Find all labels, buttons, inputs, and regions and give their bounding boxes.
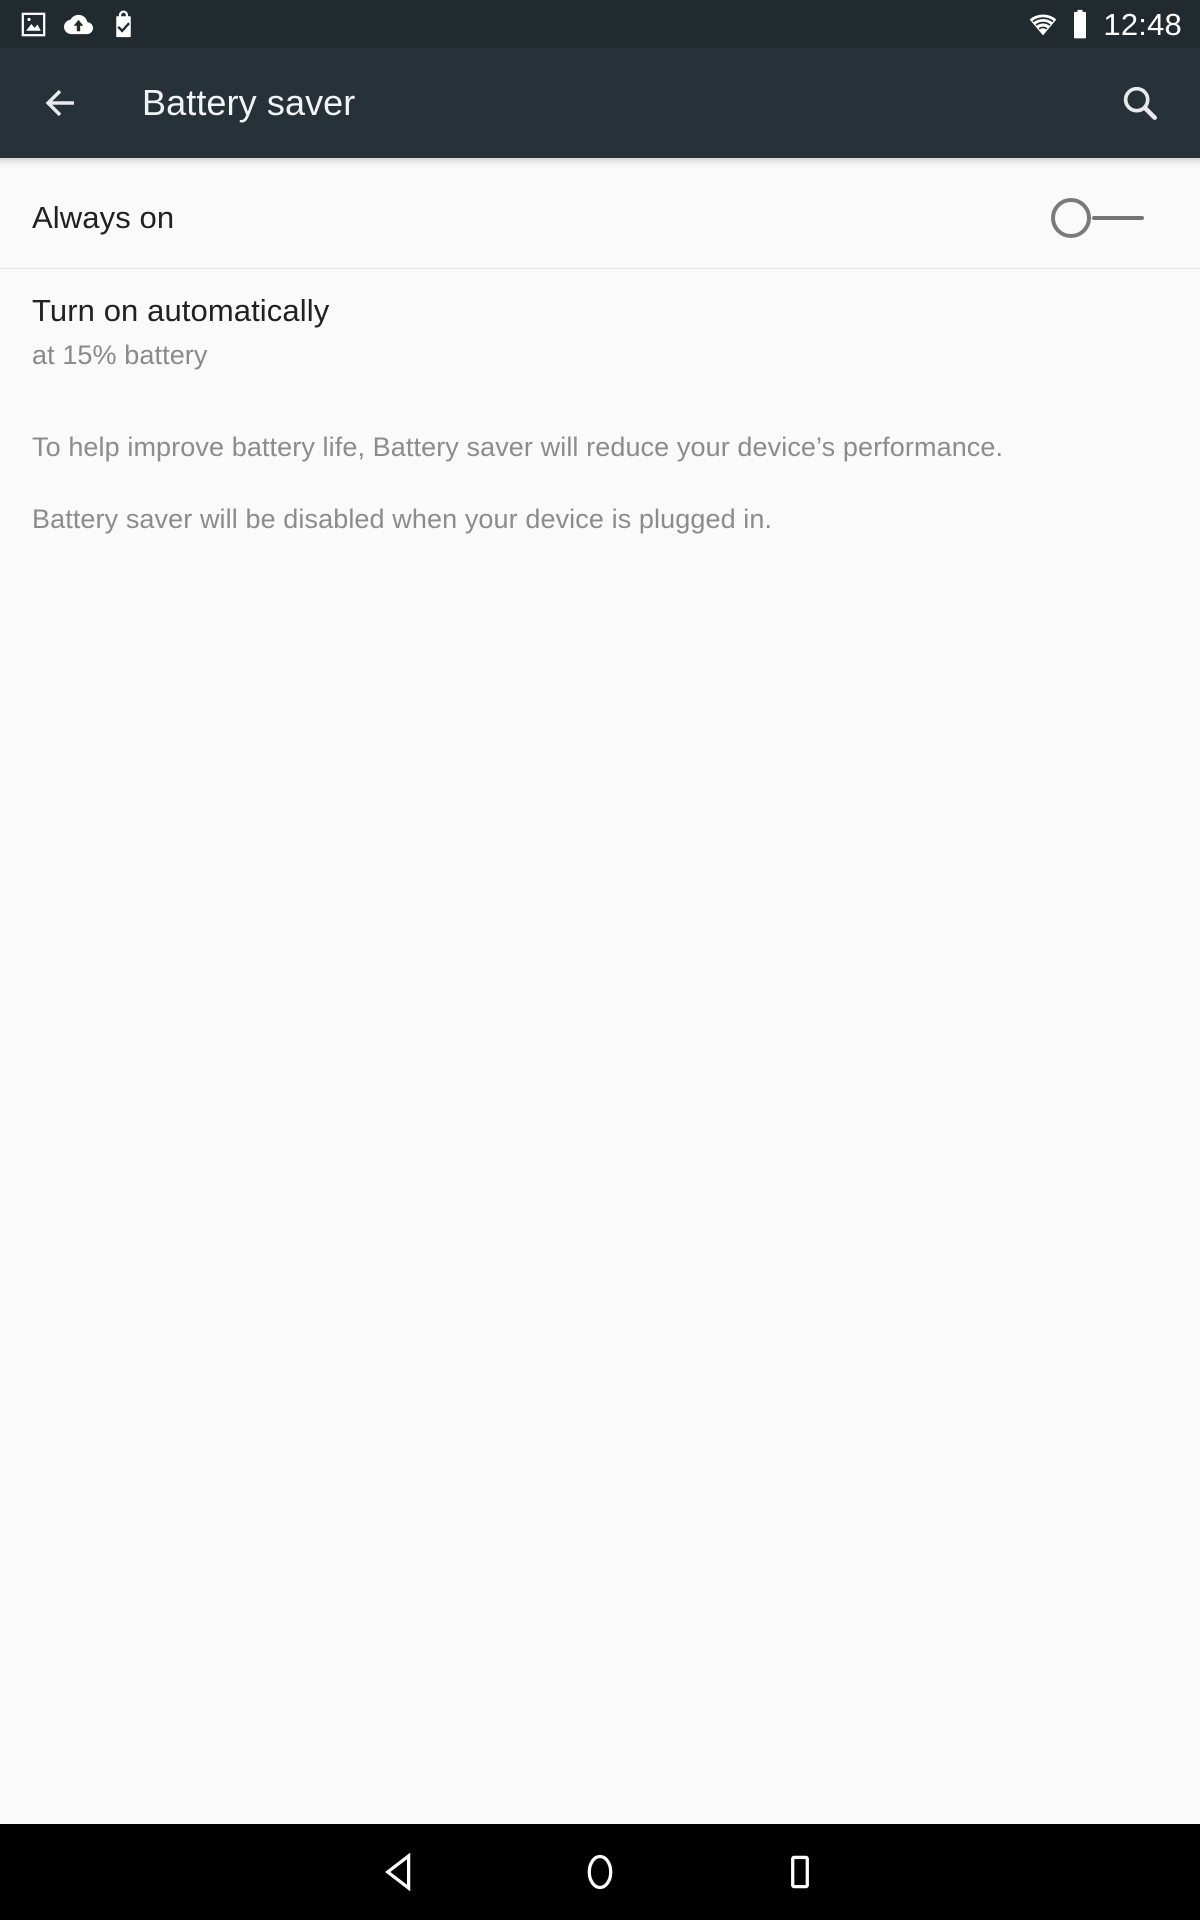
preference-turn-on-automatically[interactable]: Turn on automatically at 15% battery [0, 269, 1200, 389]
photo-image-icon [20, 11, 47, 38]
preference-always-on[interactable]: Always on [0, 168, 1200, 268]
always-on-switch[interactable] [1050, 193, 1146, 243]
app-bar: Battery saver [0, 48, 1200, 158]
status-bar-system-icons: 12:48 [1027, 9, 1182, 40]
navigation-bar [0, 1824, 1200, 1920]
triangle-left-icon [377, 1849, 423, 1895]
shopping-bag-check-icon [110, 9, 137, 39]
battery-full-icon [1071, 9, 1089, 39]
square-icon [777, 1849, 823, 1895]
info-paragraph-performance: To help improve battery life, Battery sa… [32, 431, 1004, 462]
status-bar: 12:48 [0, 0, 1200, 48]
nav-home-button[interactable] [500, 1824, 700, 1920]
settings-content: Always on Turn on automatically at 15% b… [0, 158, 1200, 1824]
cloud-upload-icon [64, 10, 93, 39]
status-bar-notification-icons [20, 9, 137, 39]
arrow-back-icon [39, 82, 81, 124]
switch-track [1092, 216, 1144, 220]
nav-bar-left-spacer [62, 1824, 300, 1920]
status-bar-clock: 12:48 [1103, 6, 1182, 42]
nav-recents-button[interactable] [700, 1824, 900, 1920]
phone-screen: 12:48 Battery saver Always on Turn on au… [0, 0, 1200, 1920]
search-button[interactable] [1108, 71, 1172, 135]
back-button[interactable] [28, 71, 92, 135]
wifi-icon [1027, 11, 1059, 37]
info-block: To help improve battery life, Battery sa… [0, 389, 1200, 537]
nav-back-button[interactable] [300, 1824, 500, 1920]
preference-always-on-texts: Always on [32, 200, 1050, 237]
preference-turn-on-automatically-summary: at 15% battery [32, 339, 208, 370]
switch-thumb [1051, 198, 1091, 238]
page-title: Battery saver [142, 82, 356, 123]
preference-always-on-title: Always on [32, 199, 175, 235]
preference-turn-on-automatically-texts: Turn on automatically at 15% battery [32, 293, 1160, 371]
preference-turn-on-automatically-title: Turn on automatically [32, 293, 330, 328]
circle-icon [577, 1849, 623, 1895]
search-icon [1119, 82, 1161, 124]
app-bar-shadow [0, 158, 1200, 168]
nav-bar-right-spacer [900, 1824, 1138, 1920]
info-paragraph-plugged-in: Battery saver will be disabled when your… [32, 503, 773, 534]
